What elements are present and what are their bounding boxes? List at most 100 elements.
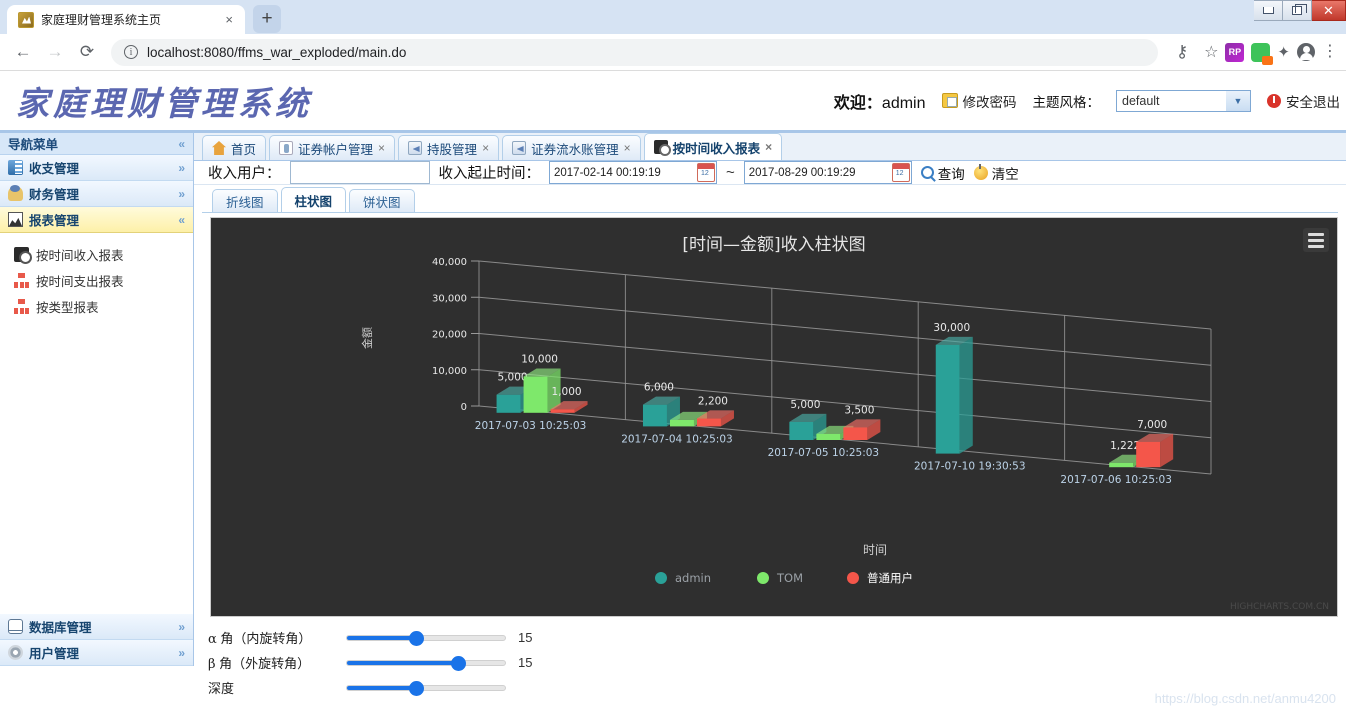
slider-beta: β 角（外旋转角） 15	[208, 650, 1346, 675]
chart-sliders: α 角（内旋转角） 15 β 角（外旋转角） 15 深度	[194, 617, 1346, 700]
clear-button[interactable]: 清空	[973, 163, 1019, 183]
tab-income-report[interactable]: 按时间收入报表 ×	[643, 133, 783, 160]
tab-holdings[interactable]: 持股管理 ×	[398, 135, 500, 160]
change-password-button[interactable]: 修改密码	[941, 91, 1017, 111]
minimize-button[interactable]	[1254, 0, 1283, 21]
theme-select[interactable]: default ▼	[1116, 89, 1251, 112]
close-icon[interactable]: ×	[378, 141, 385, 155]
tab-divider	[202, 212, 1338, 213]
chart-bar-side	[959, 336, 973, 454]
slider-depth-knob[interactable]	[408, 680, 424, 696]
date-end-input[interactable]: 2017-08-29 00:19:29	[743, 161, 912, 184]
sidebar-group-label: 收支管理	[29, 162, 80, 176]
slider-alpha-text: 角（内旋转角）	[216, 631, 312, 646]
browser-tab[interactable]: 家庭理财管理系统主页 ×	[7, 5, 245, 34]
chevron-up-icon[interactable]: «	[178, 213, 185, 227]
sidebar-submenu: 按时间收入报表 按时间支出报表 按类型报表	[0, 233, 193, 614]
chart-y-tick-label: 20,000	[432, 330, 467, 341]
extension-rp-icon[interactable]: RP	[1225, 42, 1245, 62]
chart-bar	[1109, 462, 1134, 468]
extensions-puzzle-icon[interactable]: ✦	[1277, 43, 1290, 61]
database-icon	[8, 619, 23, 634]
chart-data-label: 5,000	[498, 372, 528, 384]
income-user-input[interactable]	[289, 161, 430, 184]
site-info-icon[interactable]: i	[124, 45, 138, 59]
date-start-input[interactable]: 2017-02-14 00:19:19	[549, 161, 717, 184]
tab-security-account[interactable]: 证券帐户管理 ×	[269, 135, 396, 160]
chart-legend-label: 普通用户	[867, 571, 913, 585]
url-text: localhost:8080/ffms_war_exploded/main.do	[147, 44, 407, 60]
back-icon[interactable]: ←	[8, 37, 38, 67]
sidebar-group-income[interactable]: 收支管理 »	[0, 155, 193, 181]
chart-legend-label: TOM	[776, 571, 803, 585]
chart-bar	[669, 419, 694, 427]
close-window-button[interactable]: ✕	[1312, 0, 1346, 21]
chevron-down-icon[interactable]: »	[178, 620, 185, 634]
chevron-down-icon[interactable]: »	[178, 161, 185, 175]
slider-beta-symbol: β	[208, 657, 216, 672]
slider-beta-text: 角（外旋转角）	[215, 656, 311, 671]
reload-icon[interactable]: ⟳	[72, 37, 102, 67]
key-icon[interactable]: ⚷	[1167, 37, 1197, 67]
user-gear-icon	[8, 645, 23, 660]
chart-x-tick-label: 2017-07-03 10:25:03	[475, 420, 587, 432]
chevron-down-icon[interactable]: »	[178, 187, 185, 201]
calendar-icon[interactable]	[891, 163, 910, 182]
extension-green-icon[interactable]	[1251, 42, 1274, 65]
restore-button[interactable]	[1283, 0, 1312, 21]
slider-depth-track[interactable]	[346, 680, 506, 696]
change-password-label: 修改密码	[962, 94, 1017, 110]
browser-menu-icon[interactable]: ⋮	[1322, 44, 1338, 60]
sidebar-item-type-report[interactable]: 按类型报表	[14, 293, 193, 319]
tab-label: 证券帐户管理	[298, 142, 374, 157]
bookmark-star-icon[interactable]: ☆	[1204, 42, 1218, 62]
tab-label: 首页	[231, 142, 257, 157]
app-body: 导航菜单 « 收支管理 » 财务管理 » 报表管理 « 按时间收入报表 按时间支…	[0, 133, 1346, 700]
window-controls: ✕	[1254, 0, 1346, 22]
close-icon[interactable]: ×	[221, 12, 237, 27]
sidebar-group-label: 财务管理	[29, 188, 80, 202]
forward-icon[interactable]: →	[40, 37, 70, 67]
collapse-icon[interactable]: «	[178, 137, 185, 151]
close-icon[interactable]: ×	[482, 141, 489, 155]
range-separator: ~	[726, 164, 735, 181]
profile-avatar-icon[interactable]	[1297, 43, 1315, 61]
logout-label: 安全退出	[1286, 94, 1340, 110]
chevron-down-icon[interactable]: »	[178, 646, 185, 660]
slider-depth-label: 深度	[208, 678, 334, 697]
clear-button-label: 清空	[991, 166, 1019, 182]
security-account-icon	[279, 141, 294, 155]
sidebar-group-user[interactable]: 用户管理 »	[0, 640, 193, 666]
welcome-label: 欢迎：	[833, 94, 882, 112]
slider-beta-value: 15	[518, 655, 533, 670]
slider-alpha-knob[interactable]	[408, 630, 424, 646]
content-tabbar: 首页 证券帐户管理 × 持股管理 × 证券流水账管理 × 按时间收入报表 ×	[194, 133, 1346, 161]
sidebar-group-report[interactable]: 报表管理 «	[0, 207, 193, 233]
tab-pie-chart[interactable]: 饼状图	[349, 189, 415, 212]
chevron-down-icon[interactable]: ▼	[1226, 90, 1250, 111]
sidebar-title: 导航菜单	[8, 138, 59, 152]
sidebar-group-finance[interactable]: 财务管理 »	[0, 181, 193, 207]
sidebar-group-database[interactable]: 数据库管理 »	[0, 614, 193, 640]
tab-security-journal[interactable]: 证券流水账管理 ×	[502, 135, 641, 160]
tab-line-chart[interactable]: 折线图	[212, 189, 278, 212]
tab-home[interactable]: 首页	[202, 135, 267, 160]
slider-depth-fill	[347, 685, 419, 690]
slider-beta-track[interactable]	[346, 655, 506, 671]
chart-bar	[550, 409, 575, 413]
chart-type-tabs: 折线图 柱状图 饼状图	[194, 185, 1346, 212]
slider-alpha-track[interactable]	[346, 630, 506, 646]
tab-bar-chart[interactable]: 柱状图	[280, 187, 347, 212]
chart-bar	[496, 394, 521, 413]
sidebar-item-income-report[interactable]: 按时间收入报表	[14, 241, 193, 267]
logout-button[interactable]: 安全退出	[1267, 91, 1340, 111]
browser-navbar: ← → ⟳ i localhost:8080/ffms_war_exploded…	[0, 34, 1346, 71]
close-icon[interactable]: ×	[765, 140, 772, 154]
calendar-icon[interactable]	[697, 163, 715, 182]
search-button[interactable]: 查询	[920, 163, 965, 183]
address-bar[interactable]: i localhost:8080/ffms_war_exploded/main.…	[111, 38, 1159, 66]
close-icon[interactable]: ×	[624, 141, 631, 155]
new-tab-button[interactable]: +	[253, 5, 281, 33]
sidebar-item-expense-report[interactable]: 按时间支出报表	[14, 267, 193, 293]
slider-beta-knob[interactable]	[451, 655, 467, 671]
